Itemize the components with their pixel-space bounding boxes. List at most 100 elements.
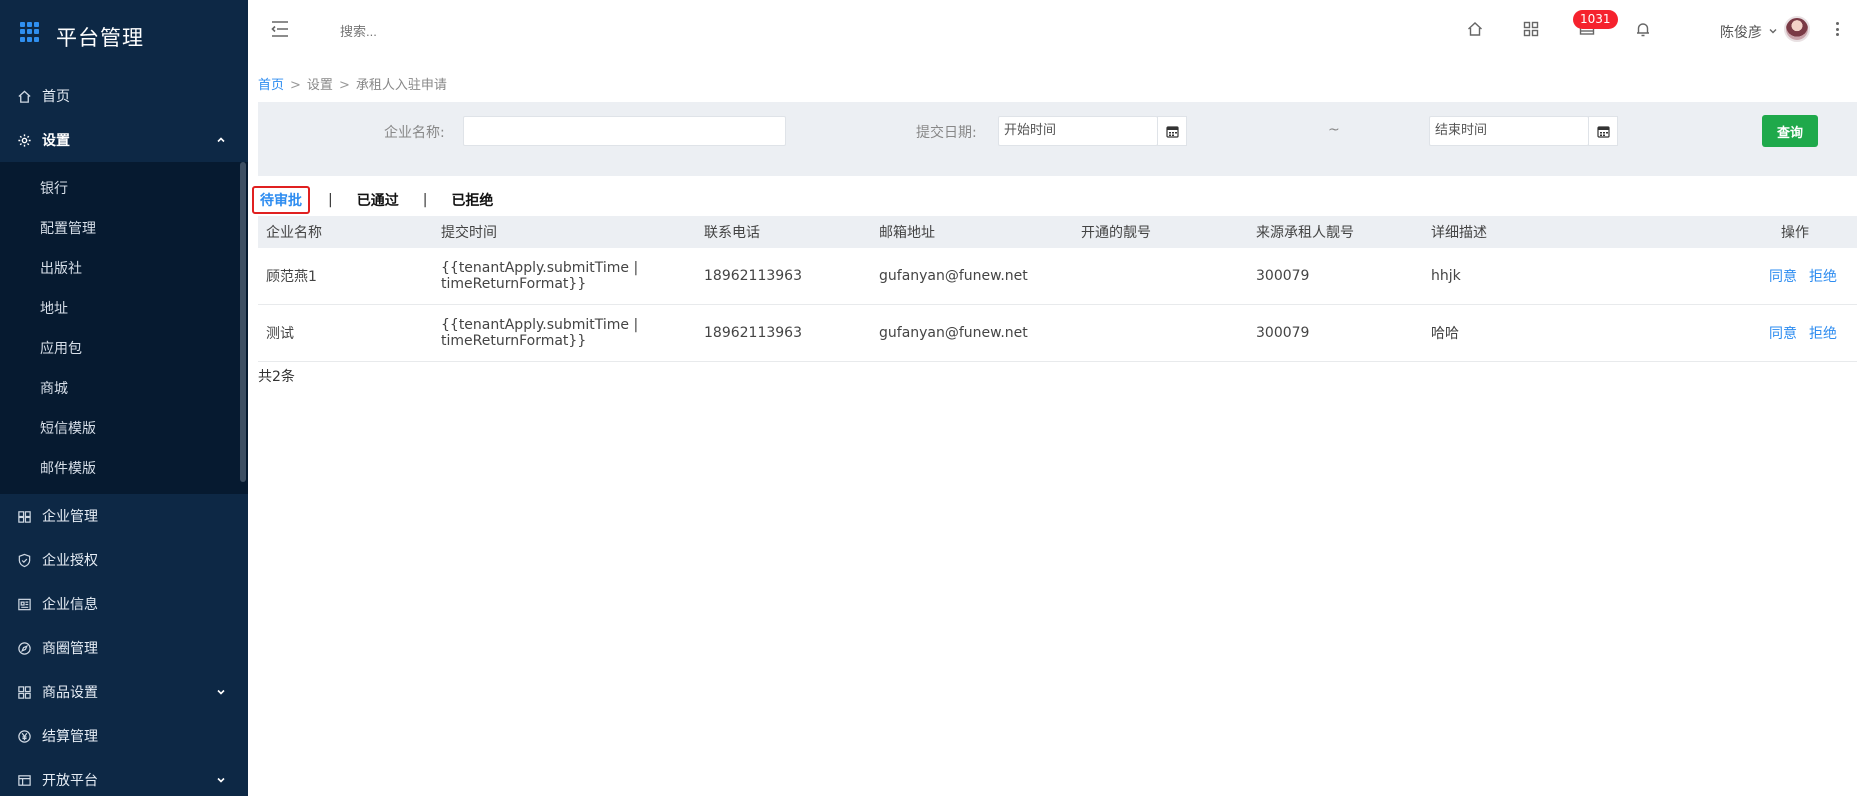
sidebar-subitem[interactable]: 配置管理	[0, 208, 248, 248]
sidebar-item-open-platform[interactable]: 开放平台	[0, 758, 248, 796]
sidebar-nav: 首页 设置	[0, 74, 248, 162]
chevron-down-icon[interactable]	[1768, 26, 1778, 36]
app-title: 平台管理	[56, 26, 144, 50]
sidebar-subitem[interactable]: 邮件模版	[0, 448, 248, 488]
tab-pending[interactable]: 待审批	[252, 186, 310, 214]
table-header: 企业名称 提交时间 联系电话 邮箱地址 开通的靓号 来源承租人靓号 详细描述 操…	[258, 216, 1857, 248]
company-name-input[interactable]	[463, 116, 786, 146]
sidebar-item-label: 企业授权	[42, 553, 98, 569]
calendar-icon[interactable]	[1588, 116, 1618, 146]
query-button[interactable]: 查询	[1762, 115, 1818, 147]
sidebar-subitem[interactable]: 地址	[0, 288, 248, 328]
sidebar-item-label: 设置	[42, 133, 70, 149]
sidebar-nav-lower: 企业管理 企业授权 企业信息 商圈管理 商品设置 结算管理 开放平台	[0, 494, 248, 796]
agree-link[interactable]: 同意	[1769, 326, 1797, 342]
applications-table: 企业名称 提交时间 联系电话 邮箱地址 开通的靓号 来源承租人靓号 详细描述 操…	[258, 216, 1857, 362]
chevron-down-icon	[217, 689, 225, 695]
cell-source-number: 300079	[1256, 325, 1310, 341]
cell-phone: 18962113963	[704, 268, 802, 284]
sidebar-item-business-circle[interactable]: 商圈管理	[0, 626, 248, 670]
start-date-input[interactable]: 开始时间	[998, 116, 1158, 146]
search-input[interactable]	[340, 20, 640, 42]
sidebar-item-product-settings[interactable]: 商品设置	[0, 670, 248, 714]
cell-source-number: 300079	[1256, 268, 1310, 284]
cell-phone: 18962113963	[704, 325, 802, 341]
cell-actions: 同意 拒绝	[1723, 323, 1857, 343]
home-icon[interactable]	[1466, 20, 1484, 38]
column-header: 详细描述	[1431, 225, 1487, 241]
sidebar-item-settlement[interactable]: 结算管理	[0, 714, 248, 758]
breadcrumb-home[interactable]: 首页	[258, 78, 284, 93]
brand[interactable]: 平台管理	[0, 0, 248, 74]
sidebar-subitem[interactable]: 短信模版	[0, 408, 248, 448]
cell-email: gufanyan@funew.net	[879, 268, 1028, 284]
sidebar-subitem[interactable]: 商城	[0, 368, 248, 408]
menu-toggle-icon[interactable]	[270, 20, 290, 38]
yen-icon	[16, 728, 32, 744]
sidebar-item-label: 企业信息	[42, 597, 98, 613]
main-content: 首页 > 设置 > 承租人入驻申请 企业名称: 提交日期: 开始时间 ~ 结束时间 查询…	[248, 60, 1857, 796]
column-header: 联系电话	[704, 225, 760, 241]
column-header: 企业名称	[266, 225, 322, 241]
avatar[interactable]	[1784, 16, 1810, 42]
sidebar: 平台管理 首页 设置 银行 配置管理 出版社 地址 应用包 商城 短信模版 邮件…	[0, 0, 248, 796]
column-header: 操作	[1781, 225, 1809, 241]
cell-email: gufanyan@funew.net	[879, 325, 1028, 341]
breadcrumb-separator: >	[338, 78, 350, 93]
message-count-badge: 1031	[1573, 10, 1618, 29]
filter-panel: 企业名称: 提交日期: 开始时间 ~ 结束时间 查询	[258, 102, 1857, 176]
chevron-up-icon	[217, 137, 225, 143]
tab-separator: |	[328, 192, 333, 208]
tab-approved[interactable]: 已通过	[351, 188, 405, 212]
table-row: 顾范燕1 {{tenantApply.submitTime | timeRetu…	[258, 248, 1857, 305]
cell-submit-time: {{tenantApply.submitTime | timeReturnFor…	[441, 260, 639, 292]
cube-icon	[16, 508, 32, 524]
cell-description: 哈哈	[1431, 326, 1459, 342]
home-icon	[16, 88, 32, 104]
sidebar-item-label: 商品设置	[42, 685, 98, 701]
agree-link[interactable]: 同意	[1769, 269, 1797, 285]
column-header: 提交时间	[441, 225, 497, 241]
sidebar-subitem[interactable]: 出版社	[0, 248, 248, 288]
table-icon	[16, 772, 32, 788]
submit-date-label: 提交日期:	[916, 125, 977, 141]
calendar-icon[interactable]	[1157, 116, 1187, 146]
column-header: 邮箱地址	[879, 225, 935, 241]
table-row: 测试 {{tenantApply.submitTime | timeReturn…	[258, 305, 1857, 362]
reject-link[interactable]: 拒绝	[1809, 326, 1837, 342]
cell-submit-time: {{tenantApply.submitTime | timeReturnFor…	[441, 317, 639, 349]
date-range-separator: ~	[1328, 122, 1340, 138]
company-name-label: 企业名称:	[384, 125, 445, 141]
sidebar-item-label: 商圈管理	[42, 641, 98, 657]
status-tabs: 待审批 | 已通过 | 已拒绝	[252, 186, 499, 214]
bell-icon[interactable]	[1634, 20, 1652, 38]
sidebar-item-company-auth[interactable]: 企业授权	[0, 538, 248, 582]
cell-description: hhjk	[1431, 268, 1461, 284]
sidebar-scrollbar[interactable]	[240, 162, 246, 482]
total-count: 共2条	[258, 369, 295, 385]
sidebar-subitem[interactable]: 银行	[0, 168, 248, 208]
shield-icon	[16, 552, 32, 568]
compass-icon	[16, 640, 32, 656]
grid-icon	[16, 684, 32, 700]
sidebar-item-home[interactable]: 首页	[0, 74, 248, 118]
app-grid-icon	[20, 22, 40, 42]
sidebar-item-settings[interactable]: 设置	[0, 118, 248, 162]
settings-submenu: 银行 配置管理 出版社 地址 应用包 商城 短信模版 邮件模版	[0, 162, 248, 494]
sidebar-subitem[interactable]: 应用包	[0, 328, 248, 368]
cell-company: 顾范燕1	[266, 269, 317, 285]
tab-rejected[interactable]: 已拒绝	[445, 188, 499, 212]
apps-grid-icon[interactable]	[1522, 20, 1540, 38]
sidebar-item-company-info[interactable]: 企业信息	[0, 582, 248, 626]
sidebar-item-label: 开放平台	[42, 773, 98, 789]
end-date-input[interactable]: 结束时间	[1429, 116, 1589, 146]
reject-link[interactable]: 拒绝	[1809, 269, 1837, 285]
column-header: 来源承租人靓号	[1256, 225, 1354, 241]
more-vertical-icon[interactable]	[1834, 18, 1840, 40]
sidebar-item-label: 企业管理	[42, 509, 98, 525]
gear-icon	[16, 132, 32, 148]
cell-company: 测试	[266, 326, 294, 342]
user-name[interactable]: 陈俊彦	[1720, 22, 1762, 42]
breadcrumb: 首页 > 设置 > 承租人入驻申请	[258, 74, 447, 93]
sidebar-item-company-mgmt[interactable]: 企业管理	[0, 494, 248, 538]
